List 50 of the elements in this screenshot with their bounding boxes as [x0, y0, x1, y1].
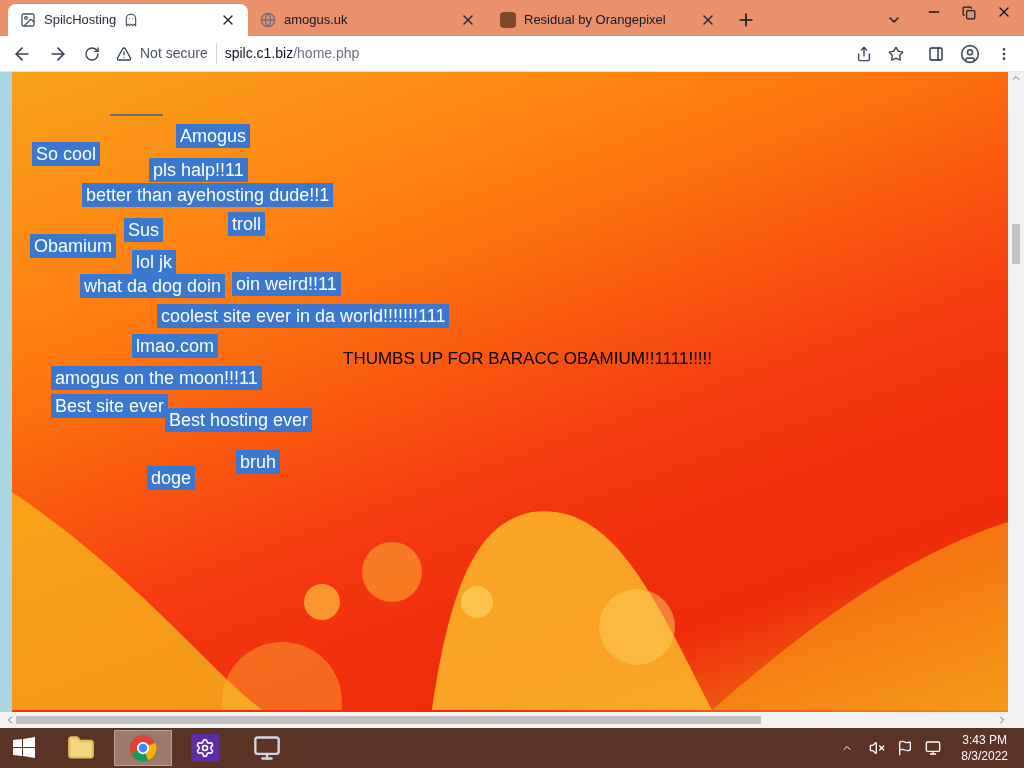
settings-icon	[191, 734, 219, 762]
text-label: lol jk	[132, 250, 176, 274]
page-icon	[20, 12, 36, 28]
url-text: spilc.c1.biz/home.php	[224, 44, 360, 63]
tab-title: Residual by Orangepixel	[524, 11, 666, 30]
text-label: Sus	[124, 218, 164, 242]
folder-icon	[67, 734, 95, 762]
reload-icon[interactable]	[84, 45, 100, 62]
text-label: Amogus	[176, 124, 251, 148]
text-label: bruh	[236, 450, 281, 474]
restore-icon[interactable]	[962, 6, 976, 20]
network-icon[interactable]	[925, 740, 942, 756]
tab-title: SpilcHosting	[44, 11, 117, 30]
text-label: better than ayehosting dude!!1	[82, 183, 334, 207]
scroll-thumb[interactable]	[1012, 224, 1020, 264]
text-label: Best site ever	[51, 394, 169, 418]
text-label: So cool	[32, 142, 101, 166]
text-label: coolest site ever in da world!!!!!!!111	[157, 304, 450, 328]
text-label: Best hosting ever	[165, 408, 313, 432]
windows-logo-icon[interactable]	[12, 736, 36, 760]
text-label: Obamium	[30, 234, 117, 258]
profile-icon[interactable]	[960, 43, 980, 64]
share-icon[interactable]	[856, 45, 872, 62]
browser-tab[interactable]: Residual by Orangepixel	[488, 4, 728, 36]
vertical-scrollbar[interactable]	[1008, 72, 1024, 712]
horizontal-scrollbar[interactable]	[0, 712, 1024, 728]
browser-icon	[129, 734, 157, 762]
scroll-thumb[interactable]	[16, 716, 761, 724]
flag-icon[interactable]	[897, 740, 914, 756]
text-label: doge	[147, 466, 196, 490]
speaker-muted-icon[interactable]	[869, 740, 886, 756]
text-label: what da dog doin	[80, 274, 226, 298]
underline-mark	[110, 114, 163, 116]
text-label: troll	[228, 212, 265, 236]
tab-title: amogus.uk	[284, 11, 348, 30]
security-label: Not secure	[140, 43, 217, 64]
side-panel-icon[interactable]	[928, 45, 944, 62]
text-label: oin weird!!11	[232, 272, 341, 296]
browser-tab[interactable]: SpilcHosting	[8, 4, 248, 36]
warning-icon	[116, 45, 132, 62]
globe-icon	[260, 12, 276, 28]
browser-tab[interactable]: amogus.uk	[248, 4, 488, 36]
text-label: lmao.com	[132, 334, 219, 358]
bookmark-icon[interactable]	[888, 45, 904, 62]
clock[interactable]: 3:43 PM 8/3/2022	[961, 732, 1008, 764]
ghost-icon	[124, 13, 139, 27]
headline-text: THUMBS UP FOR BARACC OBAMIUM!!1111!!!!!	[343, 348, 713, 370]
text-label: pls halp!!11	[149, 158, 248, 182]
text-label: amogus on the moon!!!11	[51, 366, 262, 390]
monitor-icon	[253, 734, 281, 762]
